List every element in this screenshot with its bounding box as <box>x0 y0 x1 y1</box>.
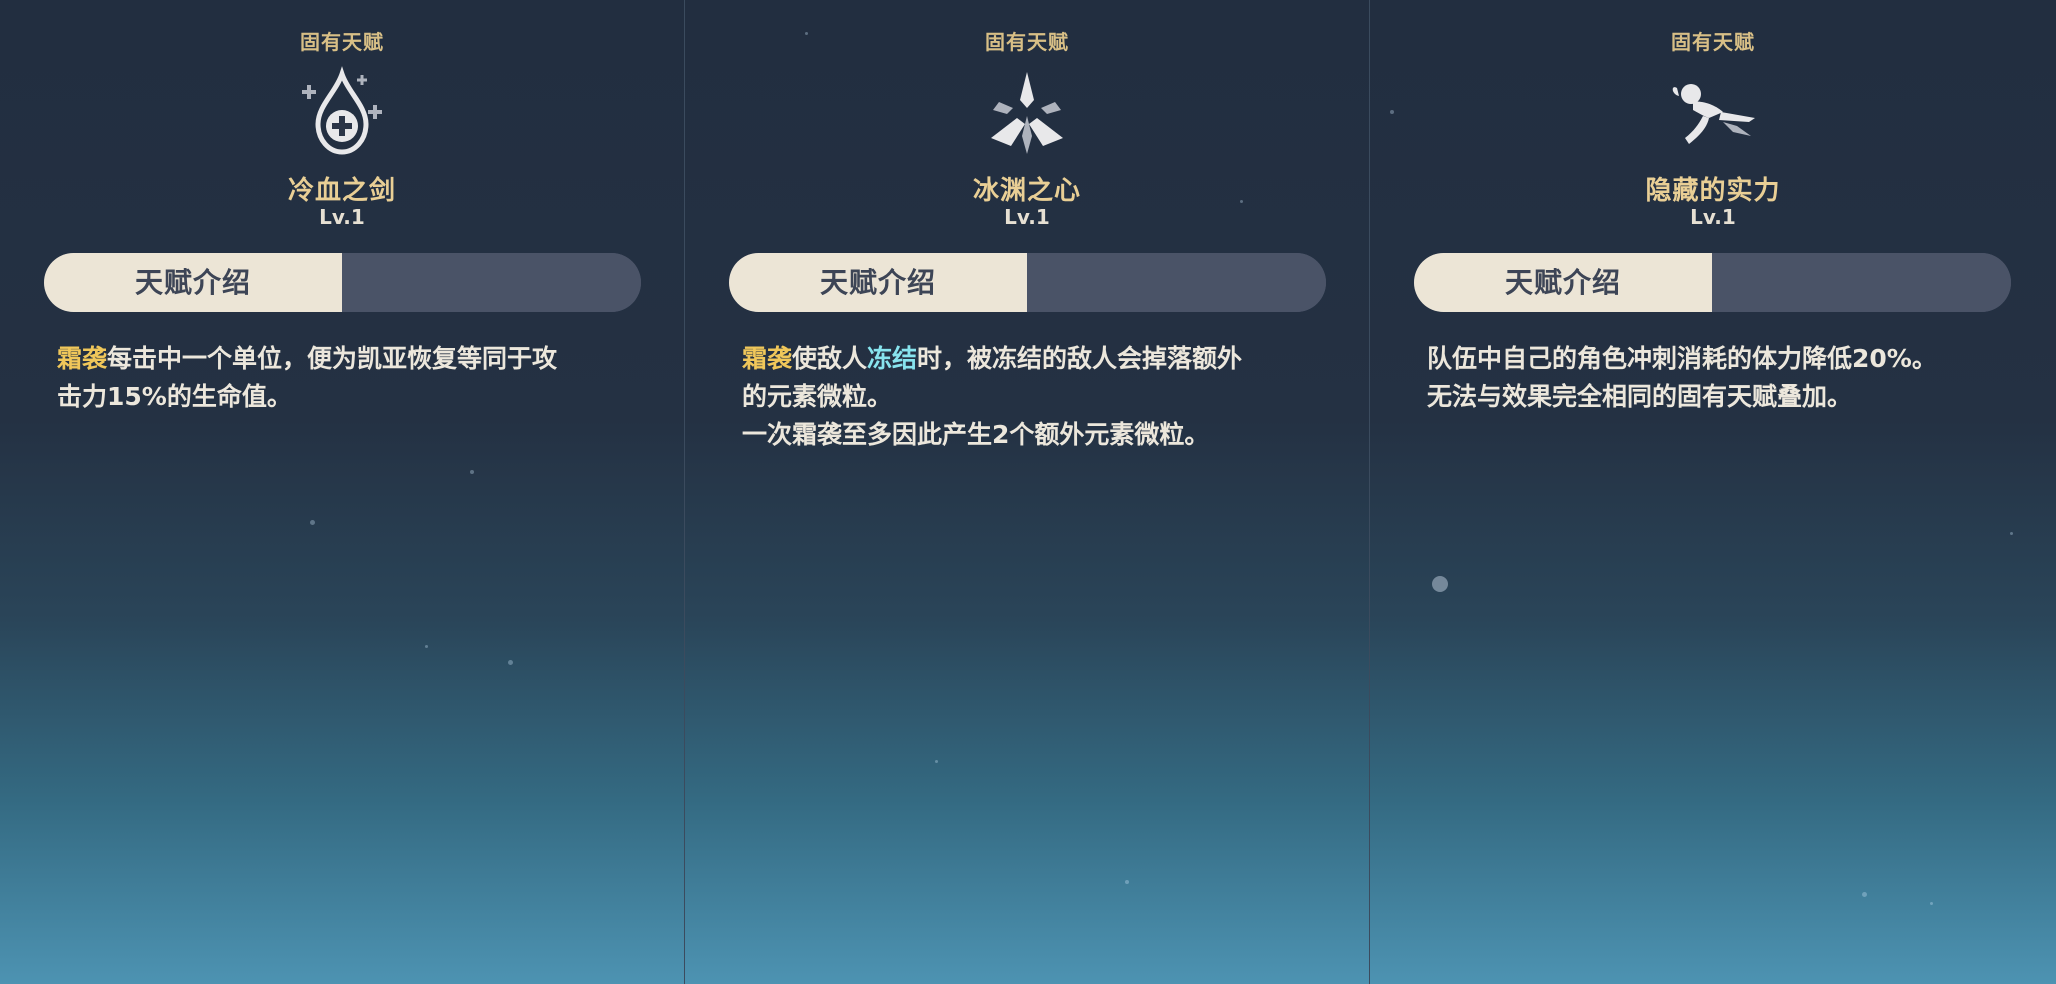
tab-secondary[interactable] <box>342 253 641 312</box>
talent-panel-2: 固有天赋 冰渊之心 Lv.1 天赋介绍 霜袭使敌人冻结时，被冻结的敌人会掉落额外… <box>684 0 1369 984</box>
talent-panels: 固有天赋 冷血之剑 Lv.1 天赋介绍 霜袭每击中一个单位，便为凯亚恢复等同于攻… <box>0 0 2056 984</box>
talent-tab-bar: 天赋介绍 <box>44 253 641 312</box>
running-figure-icon <box>1663 66 1763 162</box>
talent-category-label: 固有天赋 <box>300 30 384 54</box>
description-line: 霜袭使敌人冻结时，被冻结的敌人会掉落额外 <box>742 340 1342 378</box>
talent-name: 冷血之剑 <box>287 176 396 206</box>
talent-category-label: 固有天赋 <box>985 30 1069 54</box>
tab-talent-intro[interactable]: 天赋介绍 <box>1414 253 1712 312</box>
description-text: 时，被冻结的敌人会掉落额外 <box>917 344 1243 373</box>
description-line: 霜袭每击中一个单位，便为凯亚恢复等同于攻 <box>57 340 657 378</box>
description-line: 队伍中自己的角色冲刺消耗的体力降低20%。 <box>1427 344 1937 373</box>
description-line: 无法与效果完全相同的固有天赋叠加。 <box>1427 382 1853 411</box>
keyword-highlight-cyan: 冻结 <box>867 344 918 373</box>
description-text: 使敌人 <box>792 344 868 373</box>
description-line: 一次霜袭至多因此产生2个额外元素微粒。 <box>742 420 1210 449</box>
tab-secondary[interactable] <box>1712 253 2011 312</box>
talent-description: 霜袭使敌人冻结时，被冻结的敌人会掉落额外 的元素微粒。 一次霜袭至多因此产生2个… <box>742 340 1342 454</box>
talent-category-label: 固有天赋 <box>1671 30 1755 54</box>
keyword-highlight: 霜袭 <box>57 344 108 373</box>
talent-name: 隐藏的实力 <box>1645 176 1781 206</box>
description-text: 每击中一个单位，便为凯亚恢复等同于攻 <box>107 344 558 373</box>
tab-talent-intro[interactable]: 天赋介绍 <box>44 253 342 312</box>
healing-droplet-icon <box>292 66 392 162</box>
talent-level: Lv.1 <box>319 205 365 229</box>
talent-description: 霜袭每击中一个单位，便为凯亚恢复等同于攻 击力15%的生命值。 <box>57 340 657 416</box>
talent-name: 冰渊之心 <box>972 176 1081 206</box>
keyword-highlight: 霜袭 <box>742 344 793 373</box>
talent-level: Lv.1 <box>1004 205 1050 229</box>
talent-description: 队伍中自己的角色冲刺消耗的体力降低20%。 无法与效果完全相同的固有天赋叠加。 <box>1427 340 2027 416</box>
ice-crystal-icon <box>977 66 1077 162</box>
talent-tab-bar: 天赋介绍 <box>729 253 1326 312</box>
talent-panel-1: 固有天赋 冷血之剑 Lv.1 天赋介绍 霜袭每击中一个单位，便为凯亚恢复等同于攻… <box>0 0 684 984</box>
description-line: 击力15%的生命值。 <box>57 382 292 411</box>
talent-level: Lv.1 <box>1690 205 1736 229</box>
tab-talent-intro[interactable]: 天赋介绍 <box>729 253 1027 312</box>
tab-secondary[interactable] <box>1027 253 1326 312</box>
talent-tab-bar: 天赋介绍 <box>1414 253 2011 312</box>
description-line: 的元素微粒。 <box>742 382 893 411</box>
talent-panel-3: 固有天赋 隐藏的实力 Lv.1 天赋介绍 队伍中自己的角色冲刺消耗的体力降低20… <box>1369 0 2056 984</box>
